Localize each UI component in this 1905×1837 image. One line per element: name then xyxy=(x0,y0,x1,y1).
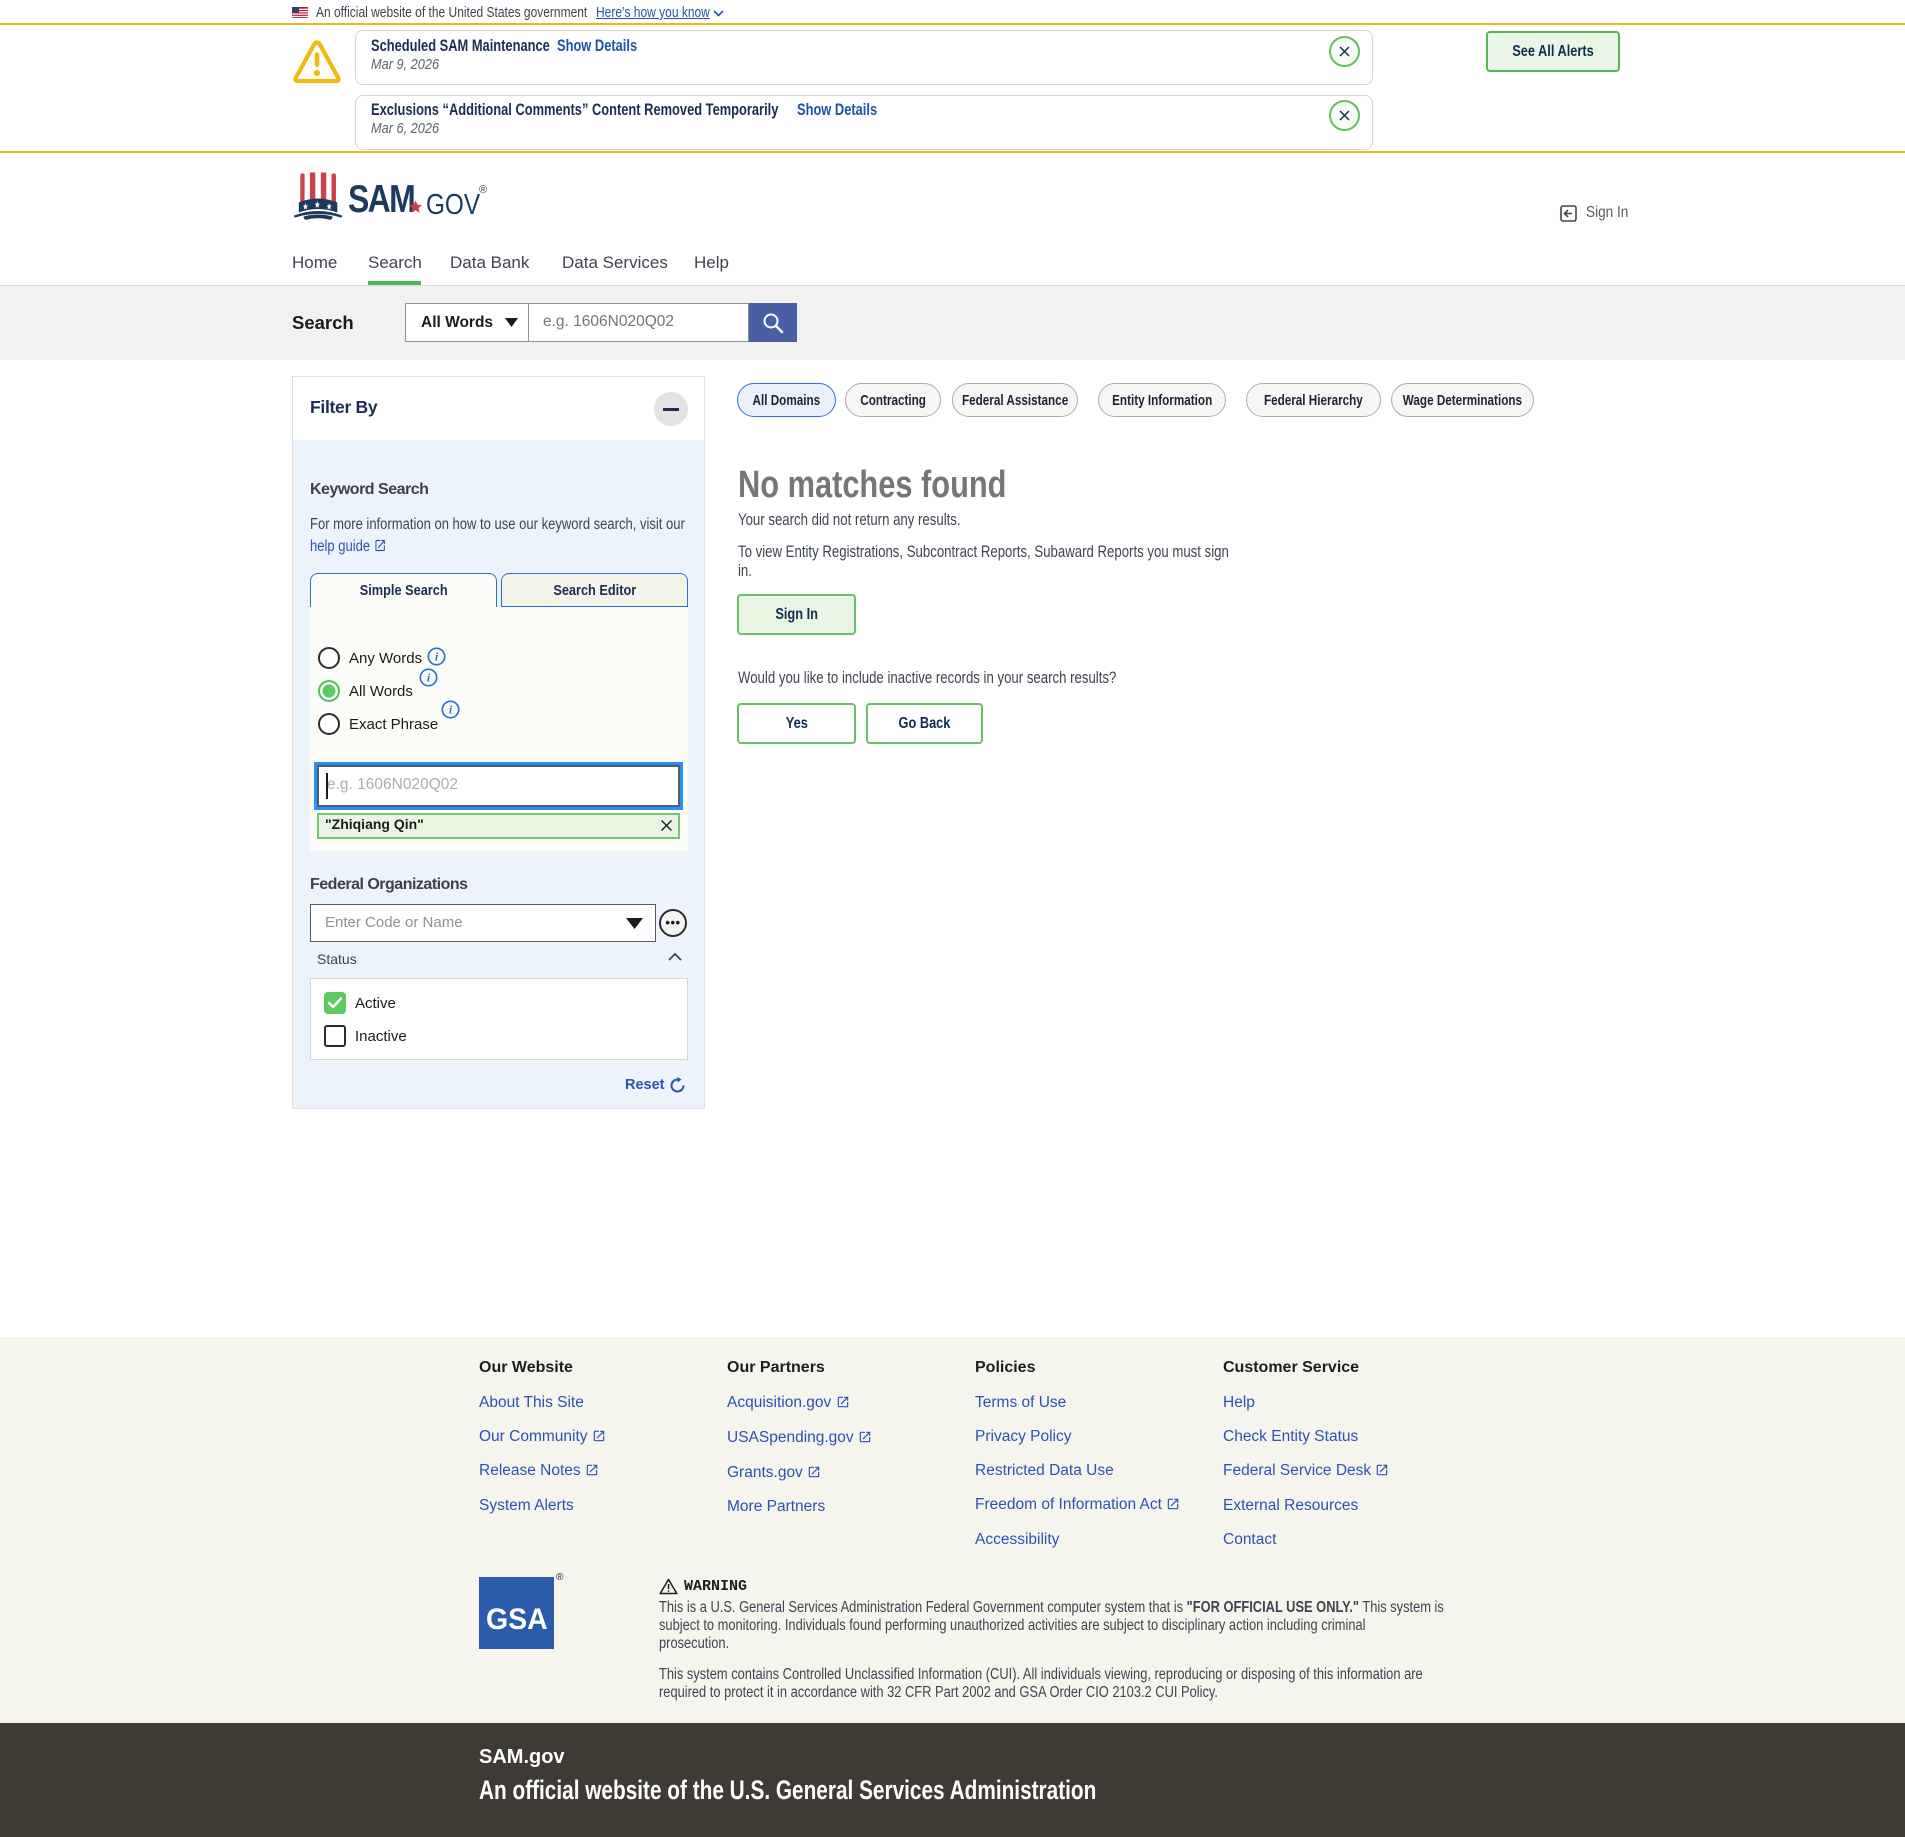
svg-text:®: ® xyxy=(479,184,487,196)
svg-text:i: i xyxy=(435,650,439,664)
svg-text:i: i xyxy=(449,703,453,717)
svg-text:GOV: GOV xyxy=(426,188,480,220)
svg-text:SAM: SAM xyxy=(348,177,414,221)
svg-text:i: i xyxy=(427,671,431,685)
